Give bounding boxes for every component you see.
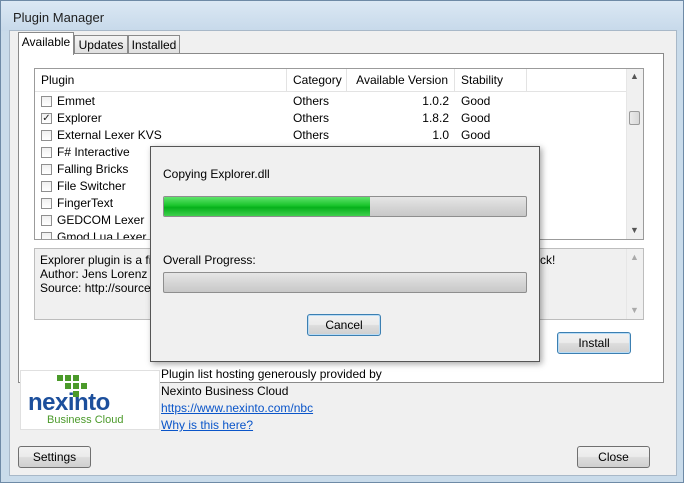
sponsor-text-line1: Plugin list hosting generously provided … (161, 367, 382, 381)
plugin-name: External Lexer KVS (57, 128, 162, 142)
plugin-stability: Good (461, 128, 491, 142)
cancel-button[interactable]: Cancel (307, 314, 381, 336)
overall-progress-label: Overall Progress: (163, 253, 256, 267)
plugin-name: FingerText (57, 196, 114, 210)
scroll-thumb[interactable] (629, 111, 640, 125)
column-header-version[interactable]: Available Version (347, 69, 455, 91)
plugin-checkbox[interactable] (41, 147, 52, 158)
sponsor-text-line2: Nexinto Business Cloud (161, 384, 289, 398)
plugin-checkbox[interactable] (41, 181, 52, 192)
settings-button[interactable]: Settings (18, 446, 91, 468)
file-progress-fill (164, 197, 371, 216)
plugin-checkbox[interactable] (41, 198, 52, 209)
column-header-plugin[interactable]: Plugin (35, 69, 287, 91)
close-button[interactable]: Close (577, 446, 650, 468)
plugin-row[interactable]: External Lexer KVS Others 1.0 Good (35, 127, 627, 144)
title-bar[interactable]: Plugin Manager (1, 1, 683, 31)
plugin-stability: Good (461, 111, 491, 125)
list-header: Plugin Category Available Version Stabil… (35, 69, 627, 92)
description-scrollbar[interactable]: ▲ ▼ (626, 249, 643, 319)
plugin-category: Others (293, 128, 330, 142)
plugin-checkbox[interactable] (41, 96, 52, 107)
logo-text: nexinto (28, 389, 110, 416)
plugin-checkbox[interactable] (41, 215, 52, 226)
description-line: Source: http://sourcefo (40, 281, 161, 295)
tab-installed[interactable]: Installed (128, 35, 180, 54)
plugin-category: Others (293, 94, 330, 108)
plugin-row[interactable]: ✓ Explorer Others 1.8.2 Good (35, 110, 627, 127)
tab-updates[interactable]: Updates (74, 35, 128, 54)
description-fragment: ck! (540, 253, 556, 267)
description-line: Explorer plugin is a file (40, 253, 161, 267)
plugin-name: Emmet (57, 94, 96, 108)
plugin-name: Explorer (57, 111, 102, 125)
plugin-name: Falling Bricks (57, 162, 129, 176)
plugin-name: GEDCOM Lexer (57, 213, 145, 227)
overall-progress-bar (163, 272, 527, 293)
plugin-checkbox[interactable]: ✓ (41, 113, 52, 124)
plugin-name: F# Interactive (57, 145, 130, 159)
plugin-checkbox[interactable] (41, 164, 52, 175)
plugin-version: 1.0.2 (422, 94, 449, 108)
plugin-name: File Switcher (57, 179, 126, 193)
progress-dialog: Copying Explorer.dll Overall Progress: C… (150, 146, 540, 362)
plugin-version: 1.8.2 (422, 111, 449, 125)
list-vertical-scrollbar[interactable]: ▲ ▼ (626, 69, 643, 239)
plugin-checkbox[interactable] (41, 232, 52, 239)
plugin-category: Others (293, 111, 330, 125)
plugin-row[interactable]: Emmet Others 1.0.2 Good (35, 93, 627, 110)
plugin-manager-window: Plugin Manager Available Updates Install… (0, 0, 684, 483)
install-button[interactable]: Install (557, 332, 631, 354)
file-progress-bar (163, 196, 527, 217)
plugin-version: 1.0 (432, 128, 449, 142)
nexinto-logo: nexinto Business Cloud (20, 370, 160, 430)
plugin-checkbox[interactable] (41, 130, 52, 141)
sponsor-url-link[interactable]: https://www.nexinto.com/nbc (161, 401, 313, 415)
column-header-category[interactable]: Category (287, 69, 347, 91)
column-header-stability[interactable]: Stability (455, 69, 527, 91)
plugin-name: Gmod Lua Lexer (57, 230, 147, 240)
plugin-stability: Good (461, 94, 491, 108)
window-client-area: Available Updates Installed Plugin Categ… (9, 30, 677, 476)
scroll-up-icon[interactable]: ▲ (630, 71, 639, 81)
tab-available[interactable]: Available (18, 32, 74, 55)
file-copy-label: Copying Explorer.dll (163, 167, 270, 181)
scroll-down-icon[interactable]: ▼ (630, 305, 639, 315)
scroll-down-icon[interactable]: ▼ (630, 225, 639, 235)
scroll-up-icon[interactable]: ▲ (630, 252, 639, 262)
logo-subtext: Business Cloud (47, 414, 124, 426)
why-is-this-here-link[interactable]: Why is this here? (161, 418, 253, 432)
window-title: Plugin Manager (13, 10, 105, 25)
description-line: Author: Jens Lorenz (40, 267, 148, 281)
